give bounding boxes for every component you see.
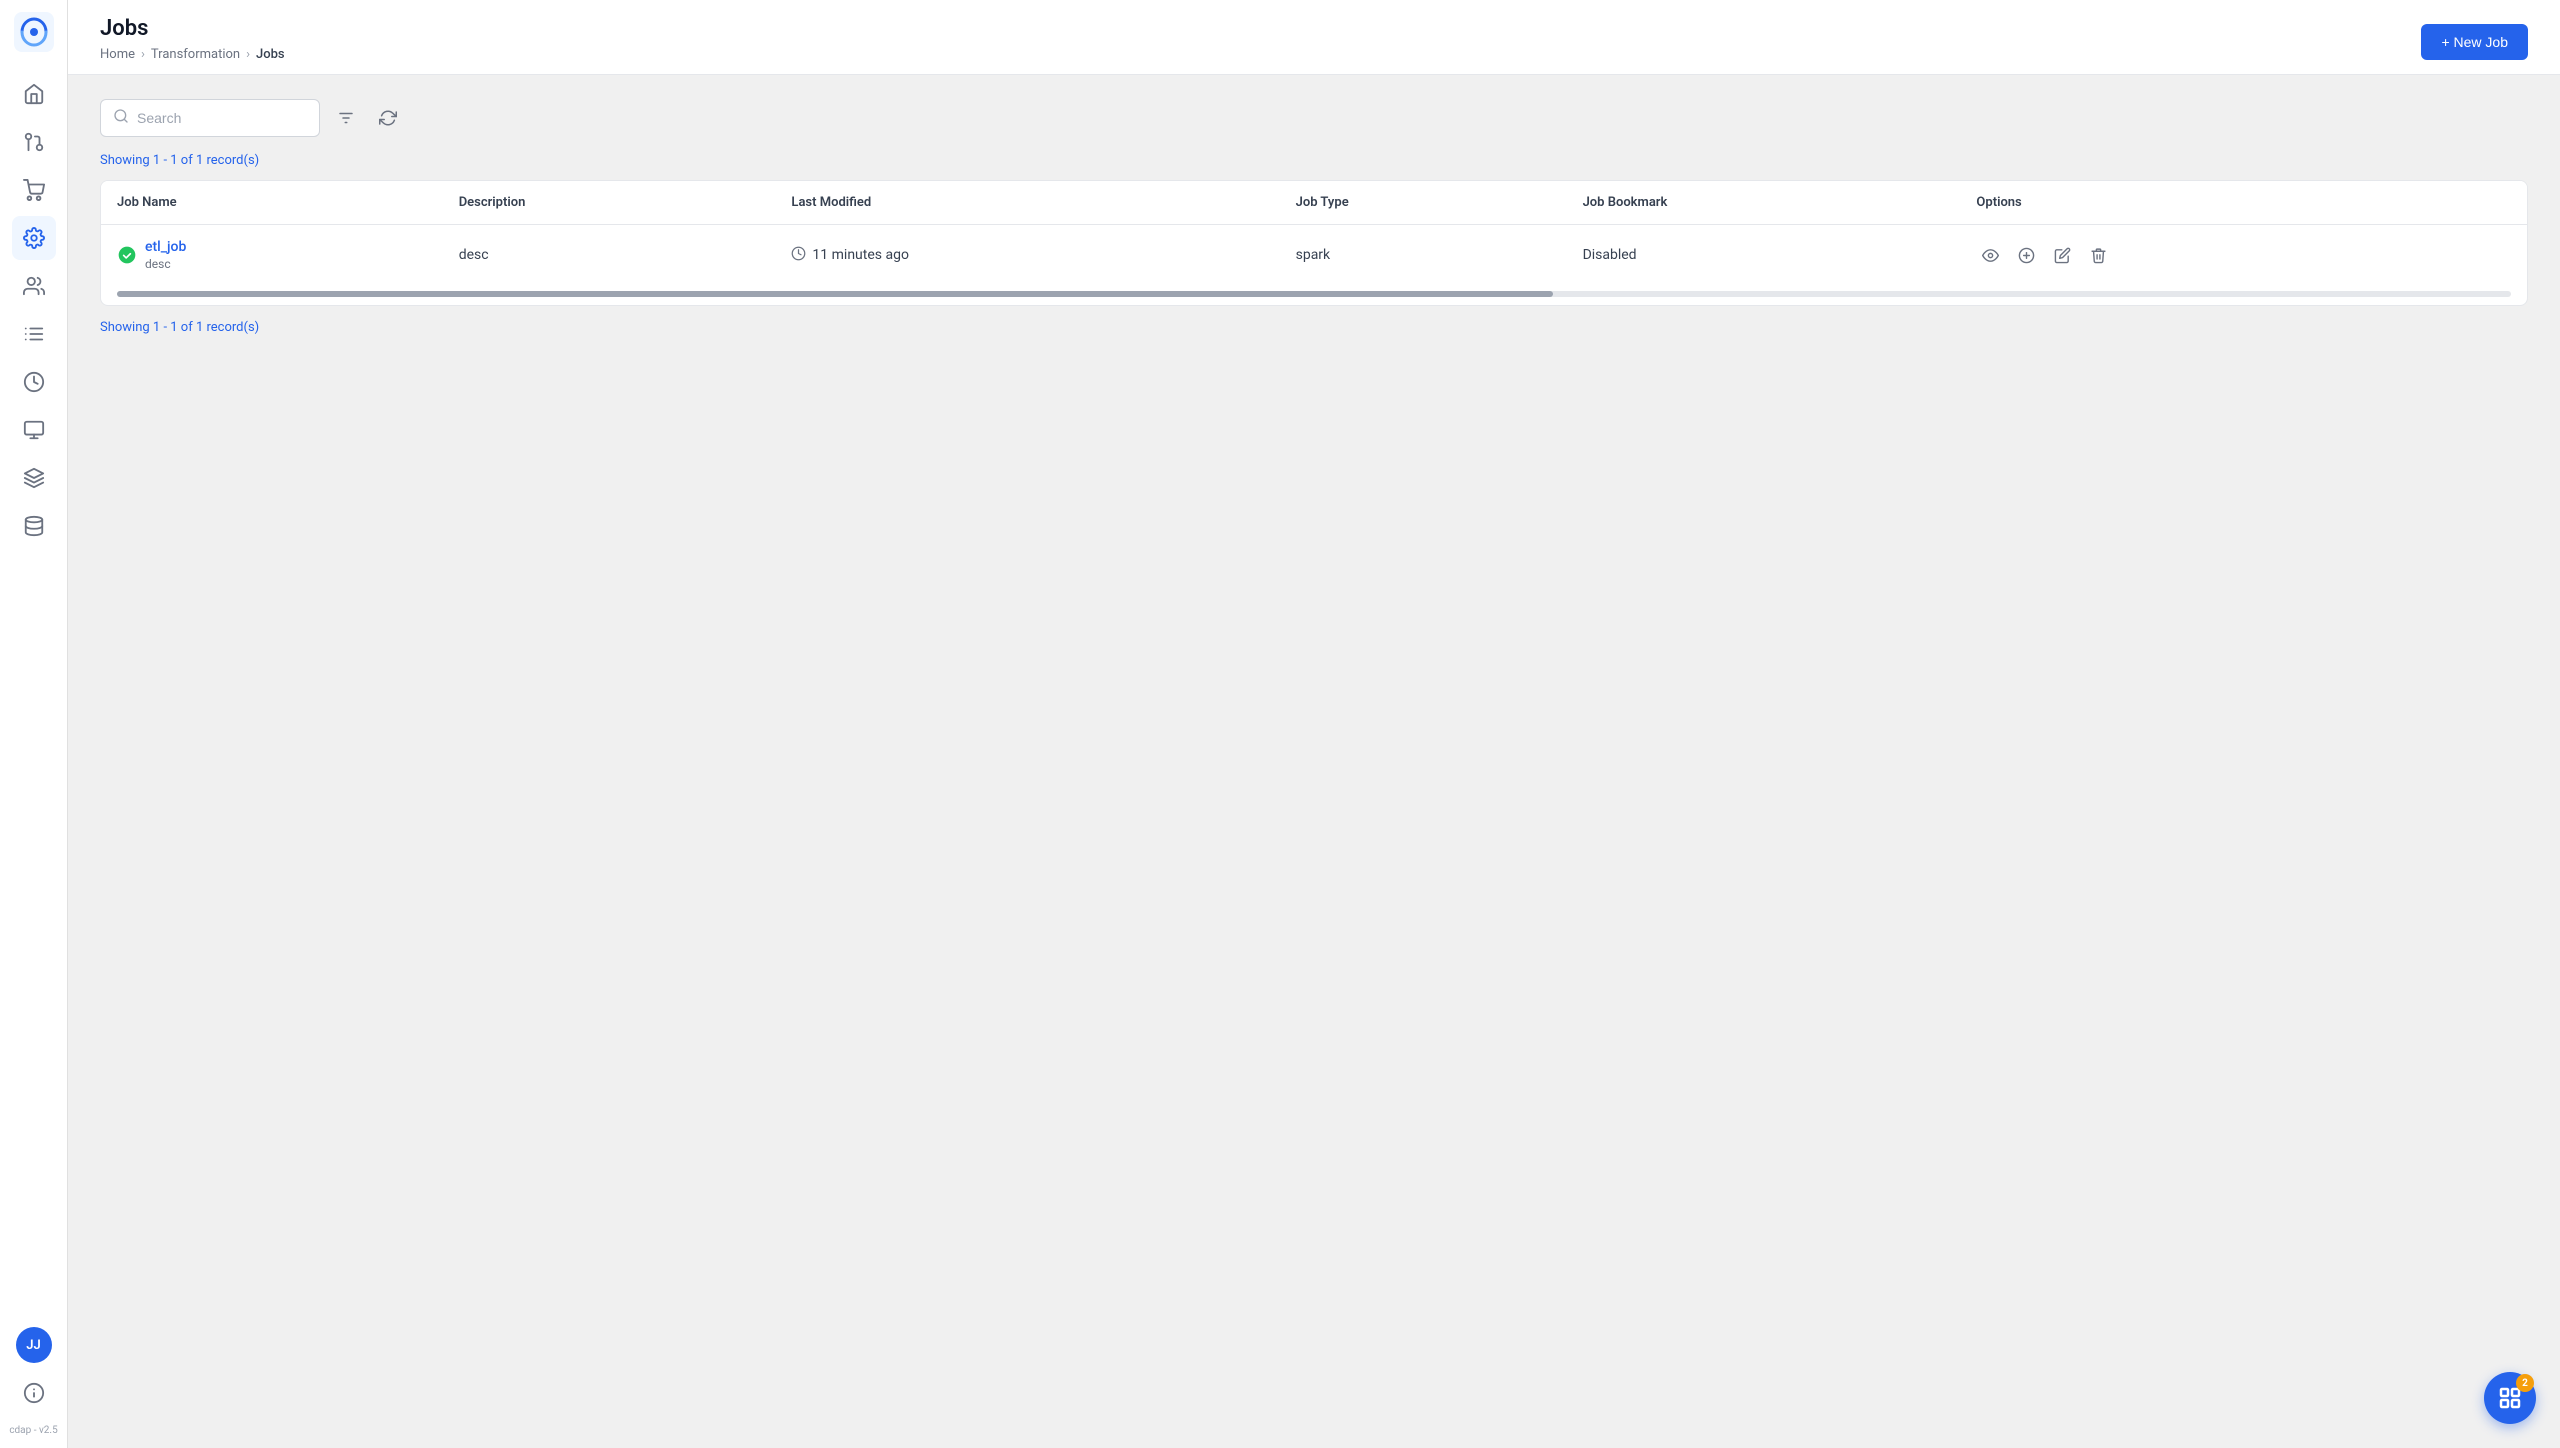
search-icon: [113, 108, 129, 128]
app-logo[interactable]: [14, 12, 54, 52]
breadcrumb: Home › Transformation › Jobs: [100, 47, 285, 62]
sidebar-item-clock[interactable]: [12, 360, 56, 404]
version-label: cdap - v2.5: [9, 1425, 57, 1436]
job-name-cell: etl_job desc: [101, 225, 443, 286]
job-last-modified-cell: 11 minutes ago: [775, 225, 1279, 286]
sidebar: JJ cdap - v2.5: [0, 0, 68, 1448]
clock-icon: [791, 246, 806, 265]
search-bar: [100, 99, 2528, 137]
search-input-wrapper[interactable]: [100, 99, 320, 137]
filter-button[interactable]: [330, 102, 362, 134]
breadcrumb-transformation[interactable]: Transformation: [151, 47, 240, 62]
sidebar-item-analytics[interactable]: [12, 408, 56, 452]
sidebar-item-info[interactable]: [12, 1371, 56, 1415]
table-row: etl_job desc desc 11 minutes: [101, 225, 2527, 286]
refresh-button[interactable]: [372, 102, 404, 134]
breadcrumb-current: Jobs: [256, 47, 285, 62]
sidebar-item-settings[interactable]: [12, 216, 56, 260]
sidebar-nav: [12, 72, 56, 1317]
jobs-table-container: Job Name Description Last Modified Job T…: [100, 180, 2528, 306]
col-job-type: Job Type: [1280, 181, 1567, 225]
breadcrumb-sep-1: ›: [141, 47, 145, 62]
col-last-modified: Last Modified: [775, 181, 1279, 225]
float-chat-button[interactable]: 2: [2484, 1372, 2536, 1424]
page-title: Jobs: [100, 16, 285, 41]
sidebar-item-home[interactable]: [12, 72, 56, 116]
job-status-icon: [117, 245, 137, 265]
user-avatar[interactable]: JJ: [16, 1327, 52, 1363]
copy-button[interactable]: [2012, 241, 2040, 269]
sidebar-item-layers[interactable]: [12, 456, 56, 500]
view-button[interactable]: [1976, 241, 2004, 269]
delete-button[interactable]: [2084, 241, 2112, 269]
table-scrollbar[interactable]: [101, 285, 2527, 305]
sidebar-bottom: JJ cdap - v2.5: [9, 1317, 57, 1436]
records-count-bottom: Showing 1 - 1 of 1 record(s): [100, 320, 2528, 335]
sidebar-item-storage[interactable]: [12, 504, 56, 548]
top-header: Jobs Home › Transformation › Jobs + New …: [68, 0, 2560, 75]
new-job-button[interactable]: + New Job: [2421, 24, 2528, 60]
sidebar-item-connections[interactable]: [12, 312, 56, 356]
float-button-badge: 2: [2516, 1374, 2534, 1392]
sidebar-item-users[interactable]: [12, 264, 56, 308]
jobs-table: Job Name Description Last Modified Job T…: [101, 181, 2527, 285]
col-options: Options: [1960, 181, 2527, 225]
job-name-subdesc: desc: [145, 257, 186, 271]
header-left: Jobs Home › Transformation › Jobs: [100, 16, 285, 74]
breadcrumb-home[interactable]: Home: [100, 47, 135, 62]
main-content: Jobs Home › Transformation › Jobs + New …: [68, 0, 2560, 1448]
edit-button[interactable]: [2048, 241, 2076, 269]
sidebar-item-group[interactable]: [12, 168, 56, 212]
search-input[interactable]: [137, 110, 307, 126]
col-job-bookmark: Job Bookmark: [1567, 181, 1961, 225]
col-job-name: Job Name: [101, 181, 443, 225]
job-options-cell: [1960, 225, 2527, 286]
sidebar-item-transform[interactable]: [12, 120, 56, 164]
job-name-text[interactable]: etl_job: [145, 239, 186, 255]
content-area: Showing 1 - 1 of 1 record(s) Job Name De…: [68, 75, 2560, 1448]
col-description: Description: [443, 181, 776, 225]
job-description-cell: desc: [443, 225, 776, 286]
job-type-cell: spark: [1280, 225, 1567, 286]
last-modified-text: 11 minutes ago: [812, 247, 909, 263]
breadcrumb-sep-2: ›: [246, 47, 250, 62]
records-count-top: Showing 1 - 1 of 1 record(s): [100, 153, 2528, 168]
job-bookmark-cell: Disabled: [1567, 225, 1961, 286]
